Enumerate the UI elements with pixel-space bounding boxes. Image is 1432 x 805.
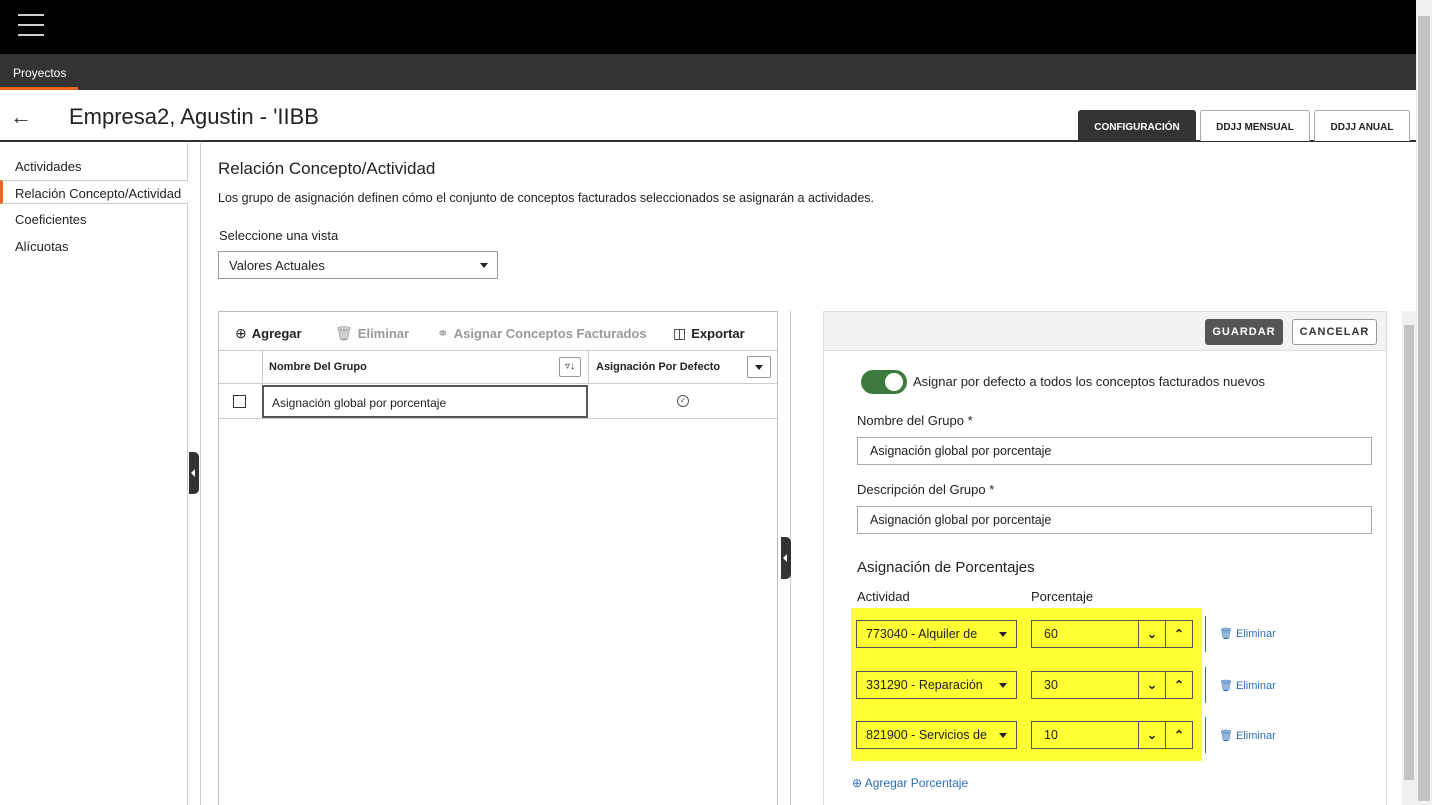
save-button[interactable]: GUARDAR — [1205, 319, 1283, 345]
page-title: Empresa2, Agustin - 'IIBB — [69, 104, 319, 129]
caret-down-icon — [999, 683, 1007, 688]
caret-down-icon — [755, 365, 763, 370]
increment-chevron-up-icon[interactable]: ⌃ — [1165, 621, 1192, 647]
assign-concepts-button[interactable]: ⚭ Asignar Conceptos Facturados — [437, 325, 647, 342]
sidebar-item-relacion-concepto-actividad[interactable]: Relación Concepto/Actividad — [0, 180, 188, 204]
view-select[interactable]: Valores Actuales — [218, 251, 498, 279]
delete-row-link[interactable]: 🗑 Eliminar — [1219, 729, 1276, 742]
top-bar — [0, 0, 1416, 54]
grid-collapse-handle[interactable] — [781, 537, 791, 579]
assign-concepts-label: Asignar Conceptos Facturados — [453, 326, 647, 341]
activity-select[interactable]: 331290 - Reparación — [856, 671, 1017, 699]
decrement-chevron-down-icon[interactable]: ⌄ — [1138, 621, 1165, 647]
export-button[interactable]: ◫ Exportar — [673, 325, 745, 342]
nav-bar: Proyectos — [0, 54, 1416, 90]
nav-item-proyectos[interactable]: Proyectos — [0, 54, 78, 90]
check-circle-icon: ✓ — [677, 395, 689, 407]
percentage-column-label: Porcentaje — [1031, 589, 1094, 604]
trash-icon: 🗑 — [1219, 628, 1233, 640]
percentage-input[interactable]: 30 ⌄ ⌃ — [1031, 671, 1193, 699]
view-select-label: Seleccione una vista — [219, 228, 339, 243]
panel-header: GUARDAR CANCELAR — [824, 312, 1386, 351]
section-description: Los grupo de asignación definen cómo el … — [218, 191, 874, 205]
grid-header: Nombre Del Grupo ▿↓ Asignación Por Defec… — [219, 350, 777, 384]
toggle-knob — [885, 373, 903, 391]
plus-circle-icon: ⊕ — [235, 325, 247, 341]
required-mark: * — [967, 413, 973, 428]
trash-icon: 🗑 — [335, 325, 353, 341]
row-divider — [1205, 616, 1206, 652]
decrement-chevron-down-icon[interactable]: ⌄ — [1138, 672, 1165, 698]
column-header-asignacion[interactable]: Asignación Por Defecto — [596, 361, 720, 373]
activity-select[interactable]: 821900 - Servicios de — [856, 721, 1017, 749]
export-button-label: Exportar — [691, 326, 745, 341]
link-icon: ⚭ — [437, 325, 449, 341]
row-divider — [1205, 717, 1206, 753]
sidebar-item-actividades[interactable]: Actividades — [0, 154, 188, 178]
panel-scrollbar[interactable] — [1402, 311, 1416, 805]
sidebar-item-alicuotas[interactable]: Alícuotas — [0, 234, 188, 258]
back-arrow-icon[interactable]: ← — [10, 104, 32, 130]
group-description-label: Descripción del Grupo * — [857, 482, 995, 497]
group-edit-panel: GUARDAR CANCELAR Asignar por defecto a t… — [823, 311, 1387, 805]
increment-chevron-up-icon[interactable]: ⌃ — [1165, 672, 1192, 698]
caret-down-icon — [480, 263, 488, 268]
group-name-label: Nombre del Grupo * — [857, 413, 973, 428]
excel-icon: ◫ — [673, 325, 687, 341]
sort-icon[interactable]: ▿↓ — [559, 357, 581, 377]
column-header-nombre[interactable]: Nombre Del Grupo — [269, 361, 367, 373]
sidebar-item-coeficientes[interactable]: Coeficientes — [0, 207, 188, 231]
activity-select[interactable]: 773040 - Alquiler de — [856, 620, 1017, 648]
add-percentage-link[interactable]: ⊕ Agregar Porcentaje — [852, 776, 968, 790]
group-name-input[interactable]: Asignación global por porcentaje — [857, 437, 1372, 465]
plus-circle-icon: ⊕ — [852, 776, 863, 790]
add-button[interactable]: ⊕ Agregar — [235, 325, 302, 342]
trash-icon: 🗑 — [1219, 730, 1233, 742]
row-checkbox[interactable] — [233, 395, 246, 408]
percentages-title: Asignación de Porcentajes — [857, 559, 1035, 576]
page-scrollbar[interactable] — [1416, 0, 1432, 805]
delete-row-link[interactable]: 🗑 Eliminar — [1219, 679, 1276, 692]
percentage-input[interactable]: 60 ⌄ ⌃ — [1031, 620, 1193, 648]
tab-configuracion[interactable]: CONFIGURACIÓN — [1078, 110, 1196, 141]
hamburger-menu-icon[interactable] — [18, 14, 44, 38]
activity-column-label: Actividad — [857, 589, 910, 604]
trash-icon: 🗑 — [1219, 680, 1233, 692]
page-scroll-thumb[interactable] — [1418, 16, 1430, 801]
caret-down-icon — [999, 632, 1007, 637]
sidebar: Actividades Relación Concepto/Actividad … — [0, 143, 188, 805]
group-name-cell[interactable]: Asignación global por porcentaje — [262, 385, 588, 418]
increment-chevron-up-icon[interactable]: ⌃ — [1165, 722, 1192, 748]
title-bar: ← Empresa2, Agustin - 'IIBB CONFIGURACIÓ… — [0, 90, 1416, 142]
add-button-label: Agregar — [251, 326, 302, 341]
delete-button-label: Eliminar — [357, 326, 410, 341]
column-menu-button[interactable] — [747, 356, 771, 378]
tab-ddjj-anual[interactable]: DDJJ ANUAL — [1314, 110, 1410, 141]
table-row[interactable]: Asignación global por porcentaje ✓ — [219, 384, 777, 419]
scroll-thumb[interactable] — [1404, 325, 1414, 780]
divider — [200, 143, 201, 805]
view-select-value: Valores Actuales — [229, 258, 325, 273]
delete-row-link[interactable]: 🗑 Eliminar — [1219, 627, 1276, 640]
required-mark: * — [989, 482, 995, 497]
default-assign-toggle[interactable] — [861, 370, 907, 394]
delete-button[interactable]: 🗑 Eliminar — [335, 325, 409, 342]
toggle-label: Asignar por defecto a todos los concepto… — [913, 374, 1265, 389]
cancel-button[interactable]: CANCELAR — [1292, 319, 1377, 345]
section-title: Relación Concepto/Actividad — [218, 159, 436, 178]
decrement-chevron-down-icon[interactable]: ⌄ — [1138, 722, 1165, 748]
group-description-input[interactable]: Asignación global por porcentaje — [857, 506, 1372, 534]
sidebar-collapse-handle[interactable] — [189, 452, 199, 494]
groups-grid: ⊕ Agregar 🗑 Eliminar ⚭ Asignar Conceptos… — [218, 311, 778, 805]
row-divider — [1205, 667, 1206, 703]
percentage-input[interactable]: 10 ⌄ ⌃ — [1031, 721, 1193, 749]
tab-ddjj-mensual[interactable]: DDJJ MENSUAL — [1200, 110, 1310, 141]
caret-down-icon — [999, 733, 1007, 738]
